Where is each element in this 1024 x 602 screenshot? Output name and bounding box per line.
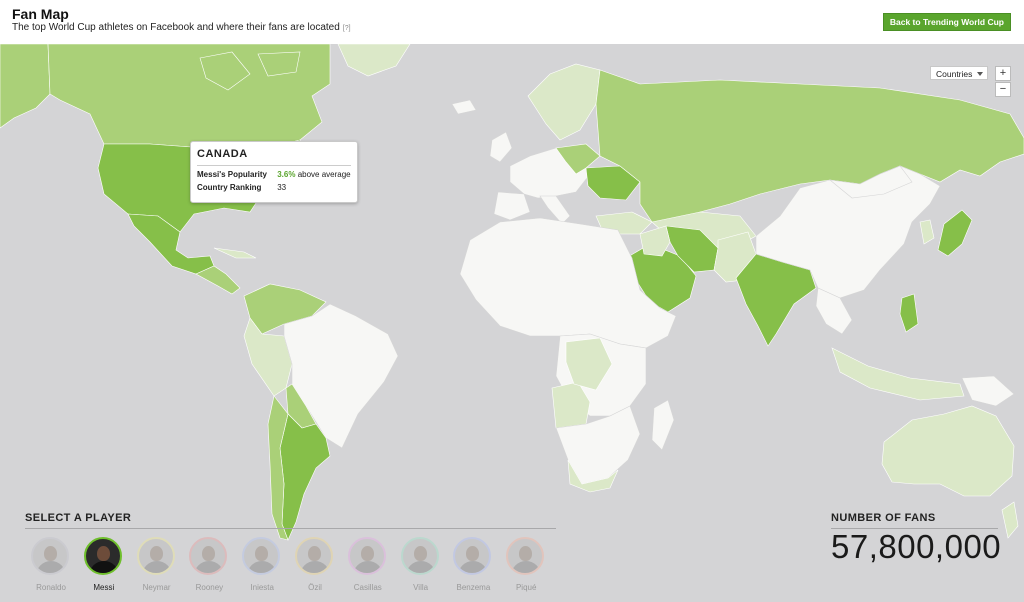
avatar-shoulders bbox=[36, 561, 66, 573]
player-item[interactable]: Piqué bbox=[506, 537, 548, 592]
ranking-value: 33 bbox=[277, 183, 287, 192]
avatar-head bbox=[360, 546, 374, 561]
subtitle-text: The top World Cup athletes on Facebook a… bbox=[12, 22, 340, 33]
player-avatar bbox=[295, 537, 333, 575]
player-name: Iniesta bbox=[250, 583, 274, 592]
player-name: Ronaldo bbox=[36, 583, 66, 592]
player-avatar bbox=[242, 537, 281, 575]
avatar-head bbox=[149, 546, 163, 561]
avatar-head bbox=[308, 546, 321, 561]
player-name: Messi bbox=[93, 583, 115, 592]
avatar-shoulders bbox=[88, 561, 119, 573]
avatar-shoulders bbox=[352, 561, 383, 573]
player-item[interactable]: Iniesta bbox=[242, 537, 284, 592]
avatar-shoulders bbox=[194, 561, 225, 573]
avatar-head bbox=[255, 546, 269, 561]
back-to-trending-button[interactable]: Back to Trending World Cup bbox=[882, 13, 1011, 31]
page-subtitle: The top World Cup athletes on Facebook a… bbox=[12, 22, 351, 33]
avatar-shoulders bbox=[511, 561, 542, 573]
player-name: Özil bbox=[308, 583, 322, 592]
tooltip-ranking-row: Country Ranking 33 bbox=[197, 183, 351, 192]
player-item[interactable]: Ronaldo bbox=[31, 537, 73, 592]
tooltip-country-name: CANADA bbox=[197, 148, 351, 166]
select-player-divider bbox=[25, 528, 556, 529]
player-name: Rooney bbox=[195, 583, 224, 592]
avatar-shoulders bbox=[141, 561, 172, 573]
avatar-shoulders bbox=[300, 561, 330, 573]
help-link[interactable]: [?] bbox=[343, 25, 351, 32]
player-avatar bbox=[400, 537, 439, 575]
popularity-label: Messi's Popularity bbox=[197, 170, 267, 179]
player-avatar bbox=[31, 537, 69, 575]
avatar-shoulders bbox=[247, 561, 278, 573]
ranking-label: Country Ranking bbox=[197, 183, 262, 192]
tooltip-popularity-row: Messi's Popularity 3.6% above average bbox=[197, 170, 351, 179]
player-avatar bbox=[453, 537, 492, 575]
avatar-head bbox=[44, 546, 57, 561]
header-bar: Fan Map The top World Cup athletes on Fa… bbox=[0, 0, 1024, 44]
avatar-head bbox=[519, 546, 533, 561]
avatar-head bbox=[413, 546, 427, 561]
player-avatar bbox=[347, 537, 386, 575]
country-tooltip: CANADA Messi's Popularity 3.6% above ave… bbox=[190, 141, 358, 203]
fans-count: 57,800,000 bbox=[831, 528, 1002, 565]
player-name: Benzema bbox=[456, 583, 491, 592]
player-avatar bbox=[506, 537, 545, 575]
view-select-value: Countries bbox=[936, 69, 973, 79]
player-item[interactable]: Messi bbox=[83, 537, 126, 592]
avatar-head bbox=[96, 546, 110, 561]
player-name: Piqué bbox=[515, 583, 537, 592]
popularity-suffix: above average bbox=[297, 170, 351, 179]
avatar-head bbox=[202, 546, 216, 561]
number-of-fans-heading: NUMBER OF FANS bbox=[831, 512, 936, 524]
player-item[interactable]: Casillas bbox=[347, 537, 390, 592]
player-avatar bbox=[83, 537, 122, 575]
player-name: Neymar bbox=[142, 583, 171, 592]
player-name: Casillas bbox=[353, 583, 382, 592]
avatar-shoulders bbox=[405, 561, 436, 573]
page-title: Fan Map bbox=[12, 6, 69, 22]
view-select-dropdown[interactable]: Countries bbox=[930, 66, 988, 80]
player-item[interactable]: Özil bbox=[295, 537, 337, 592]
select-player-heading: SELECT A PLAYER bbox=[25, 512, 132, 524]
player-item[interactable]: Benzema bbox=[453, 537, 495, 592]
avatar-head bbox=[466, 546, 480, 561]
popularity-value: 3.6% bbox=[277, 170, 296, 179]
player-name: Villa bbox=[413, 583, 429, 592]
player-item[interactable]: Villa bbox=[400, 537, 443, 592]
zoom-in-button[interactable]: + bbox=[995, 66, 1011, 81]
player-item[interactable]: Rooney bbox=[189, 537, 231, 592]
player-avatar bbox=[136, 537, 175, 575]
avatar-shoulders bbox=[458, 561, 489, 573]
zoom-out-button[interactable]: − bbox=[995, 82, 1011, 97]
caret-down-icon bbox=[977, 72, 983, 76]
player-item[interactable]: Neymar bbox=[136, 537, 179, 592]
player-avatar bbox=[189, 537, 228, 575]
